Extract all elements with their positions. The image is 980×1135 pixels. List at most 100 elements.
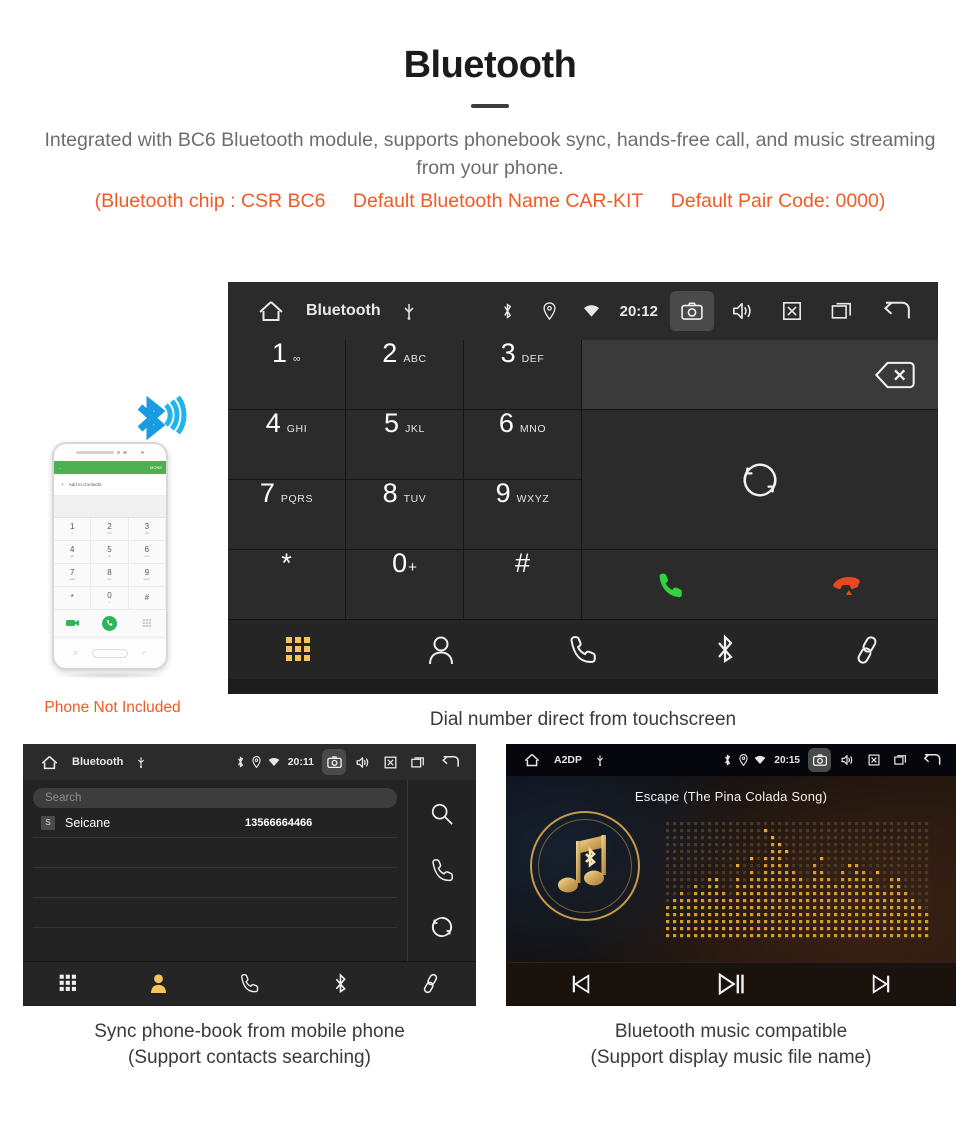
call-answer-button[interactable]: [582, 550, 760, 619]
dial-key-hash[interactable]: #: [464, 550, 581, 619]
back-icon[interactable]: [434, 749, 466, 775]
dial-key-star[interactable]: *: [228, 550, 345, 619]
phone-earpiece: [54, 444, 166, 461]
dial-key-3[interactable]: 3 DEF: [464, 340, 581, 409]
page-subtitle: Integrated with BC6 Bluetooth module, su…: [44, 129, 936, 179]
back-icon[interactable]: [916, 748, 946, 772]
dial-key-4[interactable]: 4 GHI: [228, 410, 345, 479]
search-icon[interactable]: [430, 802, 454, 826]
voicemail-icon: ∞: [292, 353, 302, 365]
dial-key-5[interactable]: 5 JKL: [346, 410, 463, 479]
dial-key-0[interactable]: 0 +: [346, 550, 463, 619]
dial-number-display[interactable]: [582, 340, 938, 409]
dial-key-number: #: [514, 548, 531, 578]
play-pause-button[interactable]: [656, 972, 806, 996]
dialer-caption: Dial number direct from touchscreen: [429, 709, 737, 730]
phonebook-status-bar: Bluetooth 20:11: [23, 744, 476, 780]
camera-icon[interactable]: [808, 748, 831, 772]
dialer-navbar: [228, 619, 938, 679]
dial-key-number: 4: [265, 408, 281, 438]
nav-contacts[interactable]: [114, 973, 205, 994]
phone-not-included-note: Phone Not Included: [44, 699, 181, 716]
dial-key-letters: MNO: [519, 423, 547, 435]
nav-bluetooth[interactable]: [654, 633, 796, 666]
backspace-icon[interactable]: [874, 361, 916, 389]
phone-mockup: ← MORE + Add to Contacts 1 ∞ 2 abc 3 def 4g…: [52, 442, 172, 679]
music-controls: [506, 962, 956, 1004]
volume-icon[interactable]: [350, 749, 374, 775]
dial-key-9[interactable]: 9 WXYZ: [464, 480, 581, 549]
phonebook-title: Bluetooth: [72, 756, 124, 768]
title-divider: [471, 104, 509, 108]
dial-key-number: 9: [495, 478, 511, 508]
volume-icon[interactable]: [835, 748, 858, 772]
phone-key: 1 ∞: [54, 518, 92, 541]
call-end-button[interactable]: [760, 550, 938, 619]
phone-more-label: MORE: [150, 465, 162, 470]
dial-key-6[interactable]: 6 MNO: [464, 410, 581, 479]
dial-keypad: 1 ∞ 2 ABC 3 DEF 4 GHI 5 JKL 6 MNO 7 PQRS…: [228, 340, 938, 619]
nav-keypad[interactable]: [228, 636, 370, 664]
phonebook-clock: 20:11: [287, 756, 314, 768]
contact-row-empty: [33, 868, 397, 898]
dial-key-number: 7: [259, 478, 275, 508]
phone-screen: ← MORE + Add to Contacts 1 ∞ 2 abc 3 def 4g…: [54, 461, 166, 639]
home-icon[interactable]: [41, 755, 58, 770]
nav-call-log[interactable]: [204, 973, 295, 994]
page-title: Bluetooth: [403, 44, 577, 86]
bluetooth-icon: [721, 748, 733, 772]
dial-key-2[interactable]: 2 ABC: [346, 340, 463, 409]
music-title: A2DP: [554, 754, 583, 766]
call-log-icon[interactable]: [431, 858, 454, 883]
add-to-contacts-label: Add to Contacts: [68, 482, 102, 487]
sync-button[interactable]: [582, 410, 938, 549]
music-stage: Escape (The Pina Colada Song): [506, 776, 956, 962]
dial-key-7[interactable]: 7 PQRS: [228, 480, 345, 549]
dial-key-number: 3: [500, 338, 516, 368]
nav-link[interactable]: [385, 973, 476, 994]
dial-key-number: 8: [382, 478, 398, 508]
video-call-icon: [54, 610, 91, 636]
contact-row[interactable]: S Seicane 13566664466: [33, 808, 397, 838]
volume-icon[interactable]: [720, 291, 764, 331]
dialer-screenshot: Bluetooth 20:12 1 ∞ 2 ABC 3 DEF 4 GHI 5 …: [228, 282, 938, 694]
dial-key-number: 5: [384, 408, 400, 438]
camera-icon[interactable]: [322, 749, 346, 775]
music-caption-line1: Bluetooth music compatible: [614, 1021, 848, 1042]
recents-icon[interactable]: [889, 748, 912, 772]
bluetooth-icon: [235, 749, 247, 775]
dial-key-1[interactable]: 1 ∞: [228, 340, 345, 409]
dial-key-8[interactable]: 8 TUV: [346, 480, 463, 549]
music-caption: Bluetooth music compatible (Support disp…: [506, 1019, 956, 1071]
close-box-icon[interactable]: [862, 748, 885, 772]
close-box-icon[interactable]: [378, 749, 402, 775]
nav-call-log[interactable]: [512, 635, 654, 665]
previous-track-button[interactable]: [506, 973, 656, 995]
phonebook-navbar: [23, 961, 476, 1005]
close-box-icon[interactable]: [770, 291, 814, 331]
location-icon: [251, 749, 263, 775]
recents-icon[interactable]: [820, 291, 864, 331]
back-icon[interactable]: [870, 291, 922, 331]
camera-icon[interactable]: [670, 291, 714, 331]
usb-icon: [403, 302, 415, 320]
dial-key-letters: WXYZ: [516, 493, 550, 505]
phone-key: #: [128, 587, 166, 610]
location-icon: [737, 748, 749, 772]
nav-link[interactable]: [796, 635, 938, 665]
recents-icon[interactable]: [406, 749, 430, 775]
contact-name: Seicane: [65, 815, 111, 830]
home-icon[interactable]: [258, 300, 284, 322]
nav-bluetooth[interactable]: [295, 972, 386, 995]
next-track-button[interactable]: [806, 973, 956, 995]
contact-list-area: Search S Seicane 13566664466: [23, 780, 408, 961]
phone-key: 2 abc: [91, 518, 129, 541]
phone-action-row: [54, 610, 166, 636]
phone-key: 3 def: [128, 518, 166, 541]
nav-contacts[interactable]: [370, 635, 512, 665]
search-input[interactable]: Search: [33, 788, 397, 808]
dial-key-letters: PQRS: [280, 493, 314, 505]
home-icon[interactable]: [524, 753, 540, 767]
nav-keypad[interactable]: [23, 974, 114, 993]
sync-icon[interactable]: [430, 915, 454, 939]
